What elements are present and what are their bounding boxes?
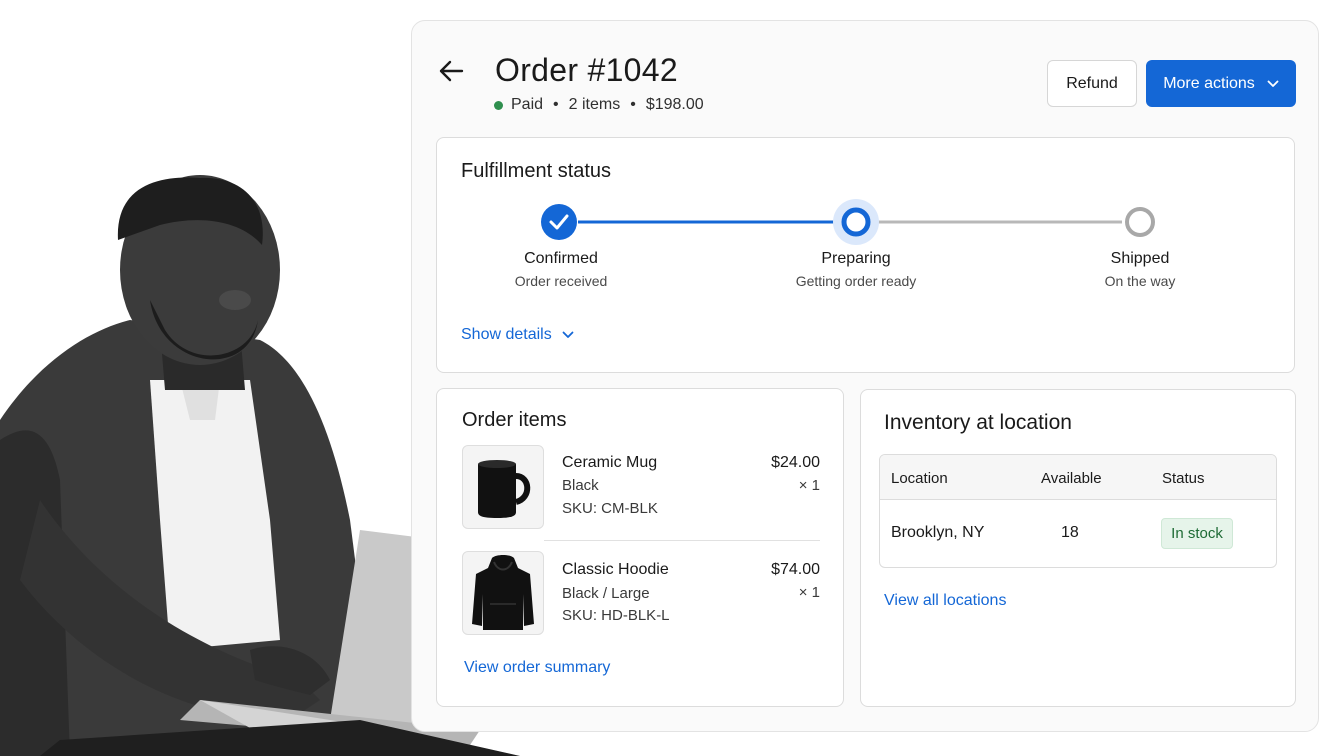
item-name[interactable]: Ceramic Mug (562, 454, 657, 472)
meta-separator: • (553, 96, 559, 113)
more-actions-button[interactable]: More actions (1146, 60, 1296, 107)
show-details-link[interactable]: Show details (461, 326, 574, 344)
column-header-location: Location (891, 470, 948, 487)
fulfillment-title: Fulfillment status (461, 160, 612, 182)
inventory-available: 18 (1061, 524, 1079, 541)
refund-button[interactable]: Refund (1047, 60, 1137, 107)
column-header-status: Status (1162, 470, 1205, 487)
item-divider (544, 540, 820, 541)
step-label-preparing: Preparing (821, 250, 891, 267)
step-preparing-icon (833, 199, 879, 245)
order-total: $198.00 (645, 96, 704, 113)
items-count: 2 items (568, 96, 621, 113)
step-sub-shipped: On the way (1104, 273, 1176, 289)
view-all-locations-link[interactable]: View all locations (884, 592, 1006, 610)
step-sub-preparing: Getting order ready (795, 273, 917, 289)
item-price: $24.00 (771, 454, 820, 471)
product-thumbnail[interactable] (462, 551, 544, 635)
order-title: Order #1042 (495, 52, 678, 88)
item-sku: SKU: HD-BLK-L (562, 607, 670, 624)
item-variant: Black / Large (562, 585, 650, 602)
product-thumbnail[interactable] (462, 445, 544, 529)
mug-icon (478, 460, 531, 518)
view-order-summary-link[interactable]: View order summary (464, 659, 610, 677)
in-stock-badge: In stock (1161, 518, 1233, 549)
fulfillment-progress (541, 199, 1155, 245)
inventory-location: Brooklyn, NY (891, 524, 985, 541)
arrow-left-icon (439, 60, 464, 82)
column-header-available: Available (1041, 470, 1102, 487)
item-variant: Black (562, 477, 599, 494)
order-items-title: Order items (462, 409, 567, 431)
step-label-confirmed: Confirmed (524, 250, 598, 267)
order-meta: Paid • 2 items • $198.00 (494, 96, 704, 114)
meta-separator: • (630, 96, 636, 113)
inventory-table: Location Available Status Brooklyn, NY 1… (879, 454, 1277, 568)
item-sku: SKU: CM-BLK (562, 500, 658, 517)
show-details-label: Show details (461, 326, 552, 343)
item-quantity: × 1 (798, 477, 820, 494)
back-button[interactable] (436, 56, 466, 86)
chevron-down-icon (562, 331, 574, 338)
item-price: $74.00 (771, 561, 820, 578)
chevron-down-icon (1267, 80, 1279, 87)
item-name[interactable]: Classic Hoodie (562, 561, 669, 579)
paid-status-dot (494, 100, 503, 110)
inventory-title: Inventory at location (884, 411, 1072, 434)
payment-status: Paid (511, 96, 544, 113)
step-sub-confirmed: Order received (514, 273, 608, 289)
more-actions-label: More actions (1163, 74, 1255, 92)
step-shipped-icon (1125, 207, 1155, 237)
item-quantity: × 1 (798, 584, 820, 601)
step-label-shipped: Shipped (1110, 250, 1170, 267)
hoodie-icon (472, 555, 534, 630)
step-confirmed-icon (541, 204, 577, 240)
